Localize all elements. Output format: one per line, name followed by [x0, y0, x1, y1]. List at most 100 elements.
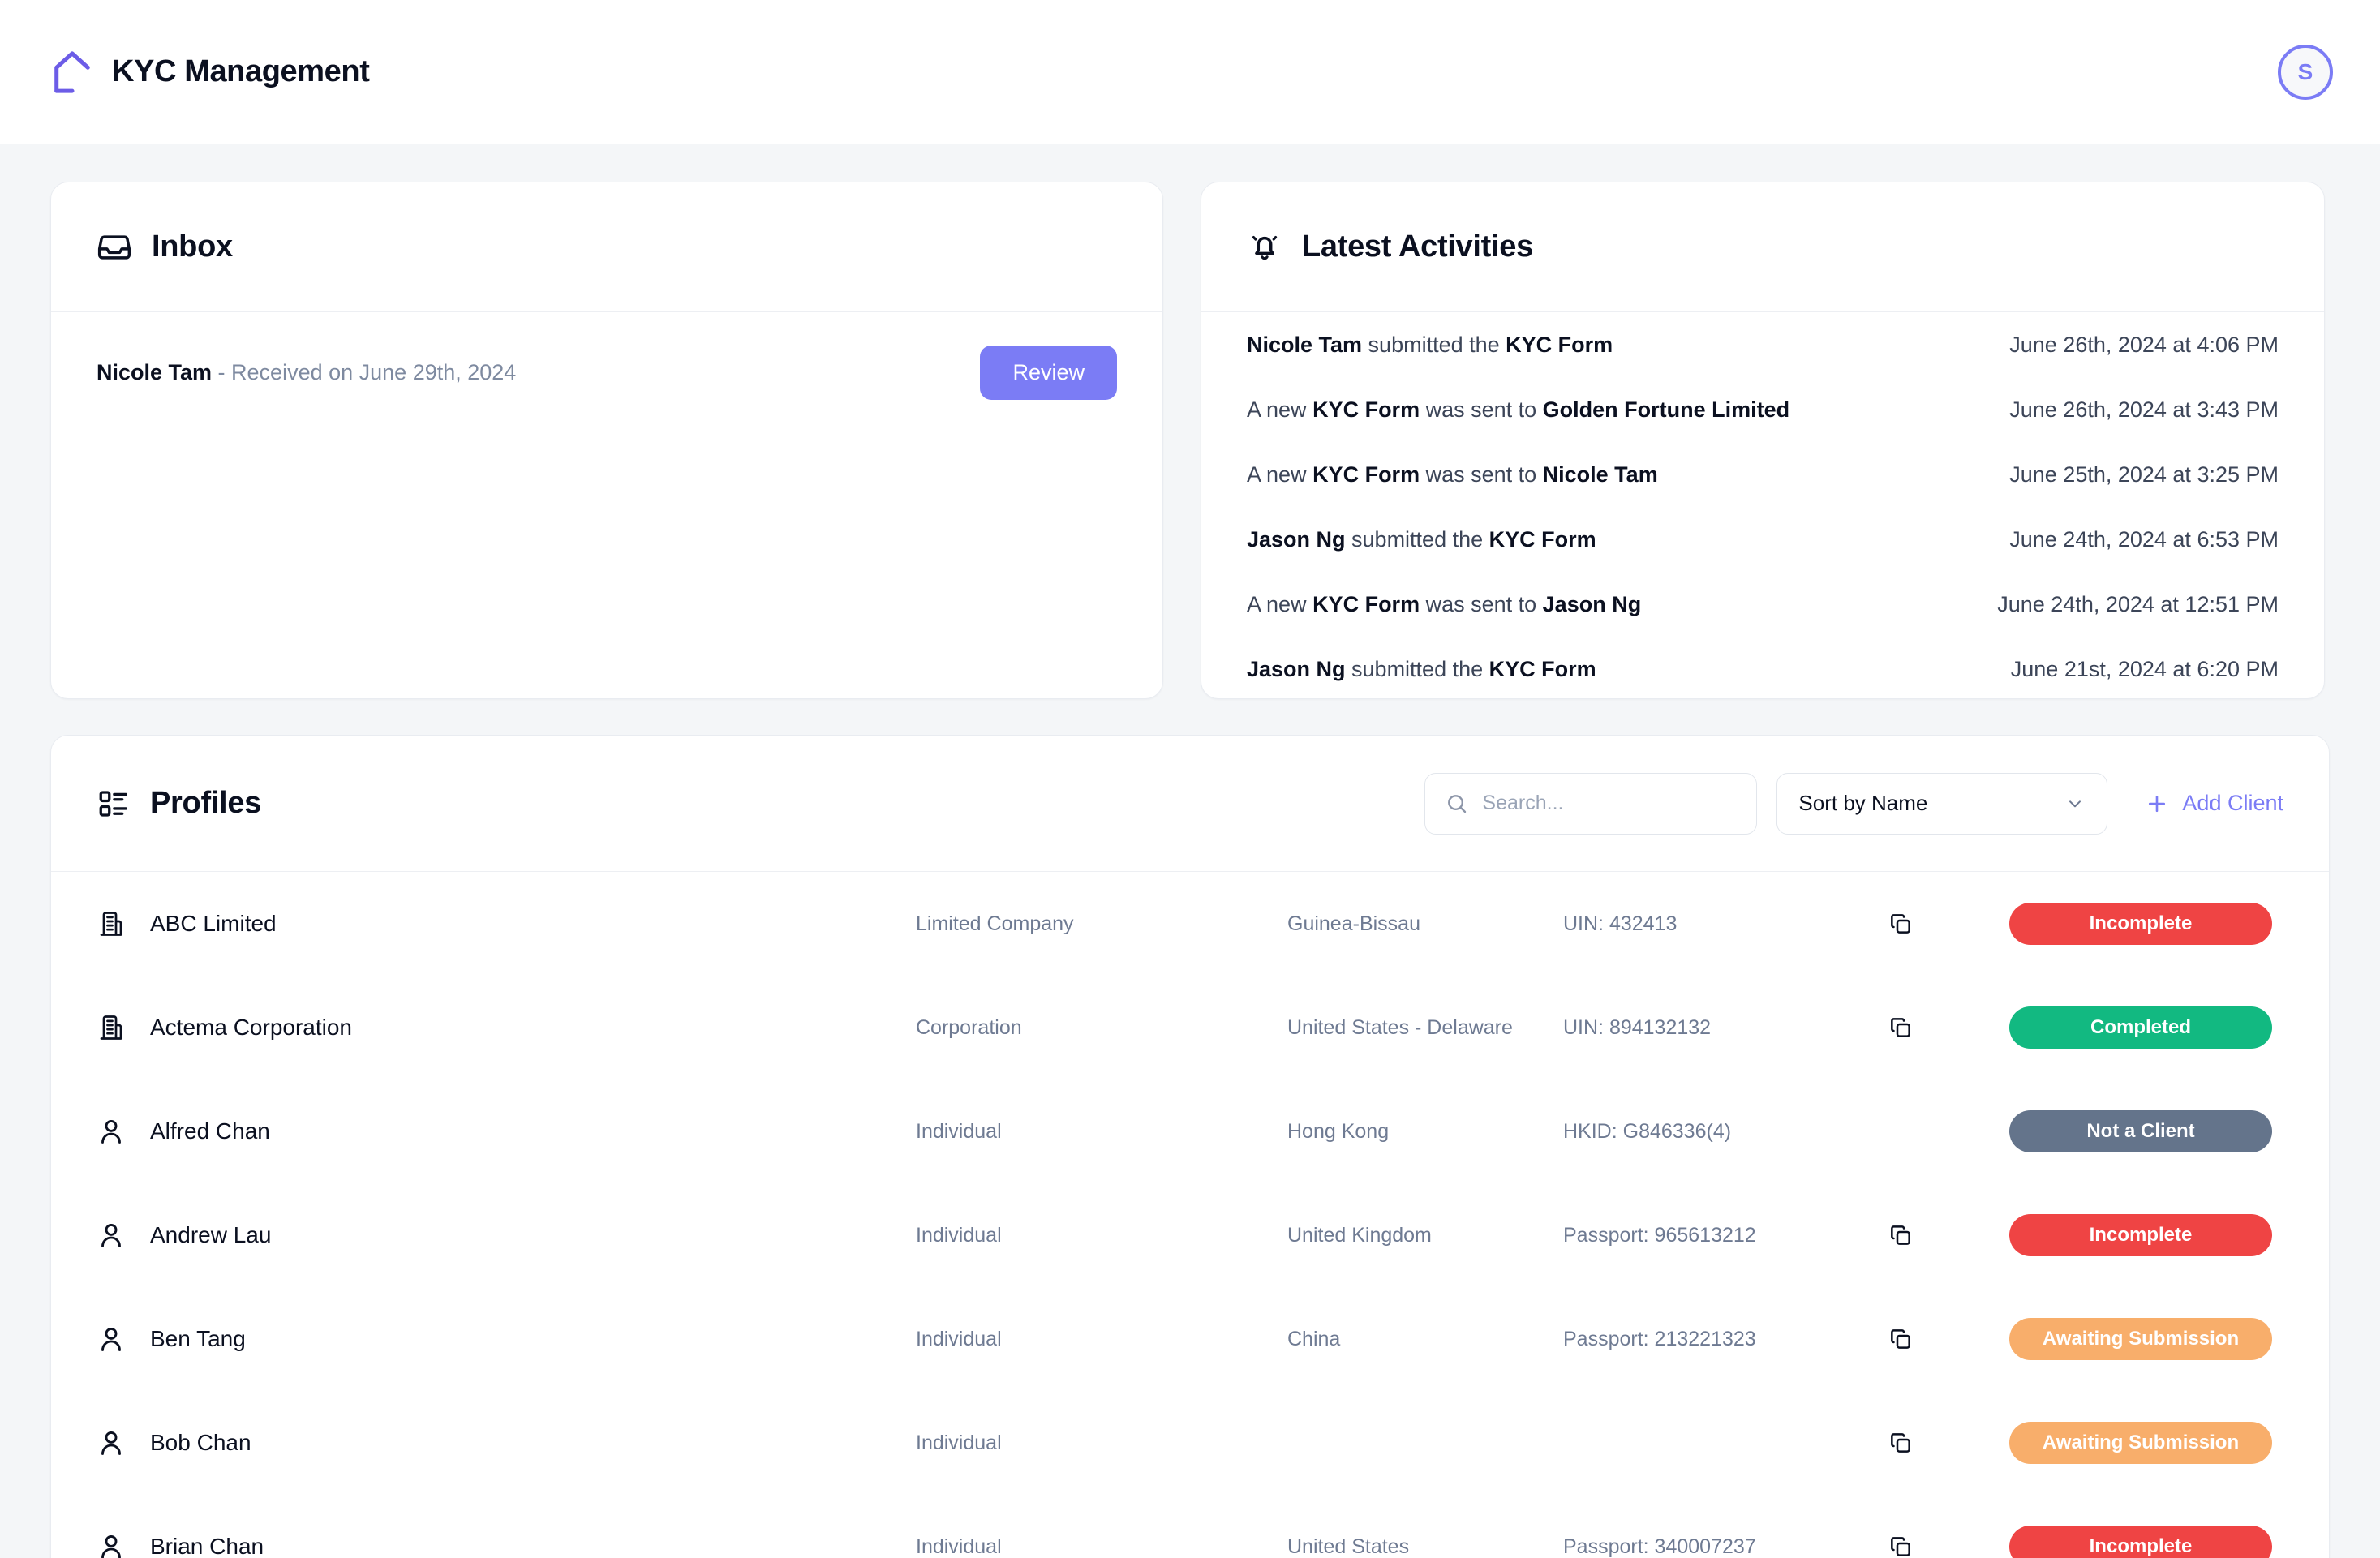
- profile-id: Passport: 213221323: [1563, 1327, 1756, 1350]
- activity-lead: Nicole Tam: [1247, 332, 1363, 357]
- profile-name-cell: Actema Corporation: [97, 1013, 916, 1042]
- search-input[interactable]: [1482, 792, 1738, 815]
- activity-row: Jason Ng submitted the KYC Form June 24t…: [1247, 507, 2279, 572]
- status-badge: Awaiting Submission: [2009, 1422, 2272, 1464]
- profile-name: ABC Limited: [150, 911, 277, 936]
- person-icon: [97, 1221, 126, 1250]
- profile-name: Alfred Chan: [150, 1118, 270, 1144]
- copy-icon[interactable]: [1888, 1430, 1914, 1456]
- profile-id: Passport: 340007237: [1563, 1534, 1756, 1558]
- activities-header: Latest Activities: [1201, 182, 2324, 312]
- person-icon: [97, 1324, 126, 1354]
- profiles-list: ABC Limited Limited Company Guinea-Bissa…: [51, 872, 2329, 1558]
- profile-copy-cell: [1888, 1430, 2004, 1456]
- profiles-title-group: Profiles: [97, 786, 261, 821]
- person-icon: [97, 1117, 126, 1146]
- profile-type: Limited Company: [916, 912, 1074, 935]
- profiles-header: Profiles Sort by Name: [51, 736, 2329, 872]
- inbox-title: Inbox: [152, 230, 233, 264]
- activity-tail: KYC Form: [1489, 526, 1596, 552]
- inbox-header: Inbox: [51, 182, 1162, 312]
- profile-name-cell: Ben Tang: [97, 1324, 916, 1354]
- profile-country: China: [1287, 1327, 1341, 1350]
- sort-dropdown[interactable]: Sort by Name: [1776, 772, 2108, 835]
- app-title: KYC Management: [112, 54, 370, 88]
- copy-icon[interactable]: [1888, 911, 1914, 937]
- activity-text: Nicole Tam submitted the KYC Form: [1247, 333, 1613, 358]
- activity-mid: submitted the: [1345, 526, 1489, 552]
- table-row[interactable]: Bob Chan Individual Awaiting Submission: [51, 1391, 2329, 1495]
- copy-icon[interactable]: [1888, 1015, 1914, 1041]
- profile-copy-cell: [1888, 911, 2004, 937]
- profile-id: UIN: 894132132: [1563, 1015, 1712, 1039]
- home-logo-icon: [50, 49, 94, 96]
- activity-mid: submitted the: [1345, 656, 1489, 681]
- copy-icon[interactable]: [1888, 1534, 1914, 1558]
- activity-tail: Golden Fortune Limited: [1542, 397, 1790, 422]
- activity-text: A new KYC Form was sent to Jason Ng: [1247, 592, 1641, 617]
- search-icon: [1445, 792, 1469, 816]
- activity-mid: was sent to: [1420, 461, 1543, 487]
- profile-id: HKID: G846336(4): [1563, 1119, 1732, 1143]
- activity-lead: KYC Form: [1312, 397, 1420, 422]
- review-button[interactable]: Review: [980, 345, 1117, 400]
- activity-row: A new KYC Form was sent to Jason Ng June…: [1247, 572, 2279, 637]
- activity-row: A new KYC Form was sent to Golden Fortun…: [1247, 377, 2279, 442]
- profile-name: Ben Tang: [150, 1326, 246, 1351]
- profile-name: Actema Corporation: [150, 1015, 353, 1040]
- table-row[interactable]: Andrew Lau Individual United Kingdom Pas…: [51, 1183, 2329, 1287]
- activity-time: June 25th, 2024 at 3:25 PM: [2009, 461, 2279, 487]
- table-row[interactable]: Alfred Chan Individual Hong Kong HKID: G…: [51, 1079, 2329, 1183]
- profile-name-cell: Bob Chan: [97, 1428, 916, 1457]
- profile-status-cell: Not a Client: [2004, 1110, 2272, 1152]
- table-row[interactable]: Brian Chan Individual United States Pass…: [51, 1495, 2329, 1558]
- inbox-item-name: Nicole Tam: [97, 359, 213, 384]
- inbox-item-detail: - Received on June 29th, 2024: [212, 359, 517, 384]
- status-badge: Not a Client: [2009, 1110, 2272, 1152]
- sort-dropdown-label: Sort by Name: [1798, 791, 1928, 815]
- profile-country: Hong Kong: [1287, 1119, 1390, 1143]
- inbox-list: Nicole Tam - Received on June 29th, 2024…: [51, 312, 1162, 698]
- profile-status-cell: Awaiting Submission: [2004, 1318, 2272, 1360]
- person-icon: [97, 1428, 126, 1457]
- copy-icon[interactable]: [1888, 1326, 1914, 1352]
- profiles-title: Profiles: [150, 786, 261, 820]
- add-client-button[interactable]: Add Client: [2127, 791, 2283, 816]
- activities-list: Nicole Tam submitted the KYC Form June 2…: [1201, 312, 2324, 698]
- activity-lead: Jason Ng: [1247, 526, 1346, 552]
- activity-time: June 24th, 2024 at 12:51 PM: [1997, 591, 2279, 616]
- activity-prefix: A new: [1247, 591, 1313, 616]
- table-row[interactable]: Ben Tang Individual China Passport: 2132…: [51, 1287, 2329, 1391]
- profile-id: Passport: 965613212: [1563, 1223, 1756, 1247]
- profiles-toolbar: Sort by Name Add Client: [1424, 772, 2283, 835]
- profile-id: UIN: 432413: [1563, 912, 1678, 935]
- table-row[interactable]: ABC Limited Limited Company Guinea-Bissa…: [51, 872, 2329, 976]
- profile-name-cell: ABC Limited: [97, 909, 916, 938]
- profile-copy-cell: [1888, 1015, 2004, 1041]
- activity-row: Jason Ng submitted the KYC Form June 21s…: [1247, 637, 2279, 698]
- inbox-item: Nicole Tam - Received on June 29th, 2024…: [97, 312, 1117, 432]
- profile-name: Andrew Lau: [150, 1222, 272, 1247]
- table-row[interactable]: Actema Corporation Corporation United St…: [51, 976, 2329, 1079]
- chevron-down-icon: [2064, 793, 2086, 814]
- app-header: KYC Management S: [0, 0, 2380, 144]
- profile-type: Individual: [916, 1119, 1002, 1143]
- avatar-initial: S: [2297, 58, 2313, 84]
- profile-type: Corporation: [916, 1015, 1022, 1039]
- dashboard-top-row: Inbox Nicole Tam - Received on June 29th…: [50, 182, 2330, 699]
- profile-name: Bob Chan: [150, 1430, 251, 1455]
- building-icon: [97, 909, 126, 938]
- activity-mid: was sent to: [1420, 591, 1543, 616]
- status-badge: Incomplete: [2009, 1526, 2272, 1558]
- avatar[interactable]: S: [2278, 44, 2333, 100]
- inbox-icon: [97, 230, 132, 265]
- activities-card: Latest Activities Nicole Tam submitted t…: [1201, 182, 2325, 699]
- profile-status-cell: Incomplete: [2004, 903, 2272, 945]
- profile-type: Individual: [916, 1327, 1002, 1350]
- profile-name-cell: Alfred Chan: [97, 1117, 916, 1146]
- copy-icon[interactable]: [1888, 1222, 1914, 1248]
- inbox-item-text: Nicole Tam - Received on June 29th, 2024: [97, 360, 516, 385]
- profile-status-cell: Completed: [2004, 1006, 2272, 1049]
- brand: KYC Management: [50, 49, 370, 96]
- search-box[interactable]: [1424, 772, 1758, 835]
